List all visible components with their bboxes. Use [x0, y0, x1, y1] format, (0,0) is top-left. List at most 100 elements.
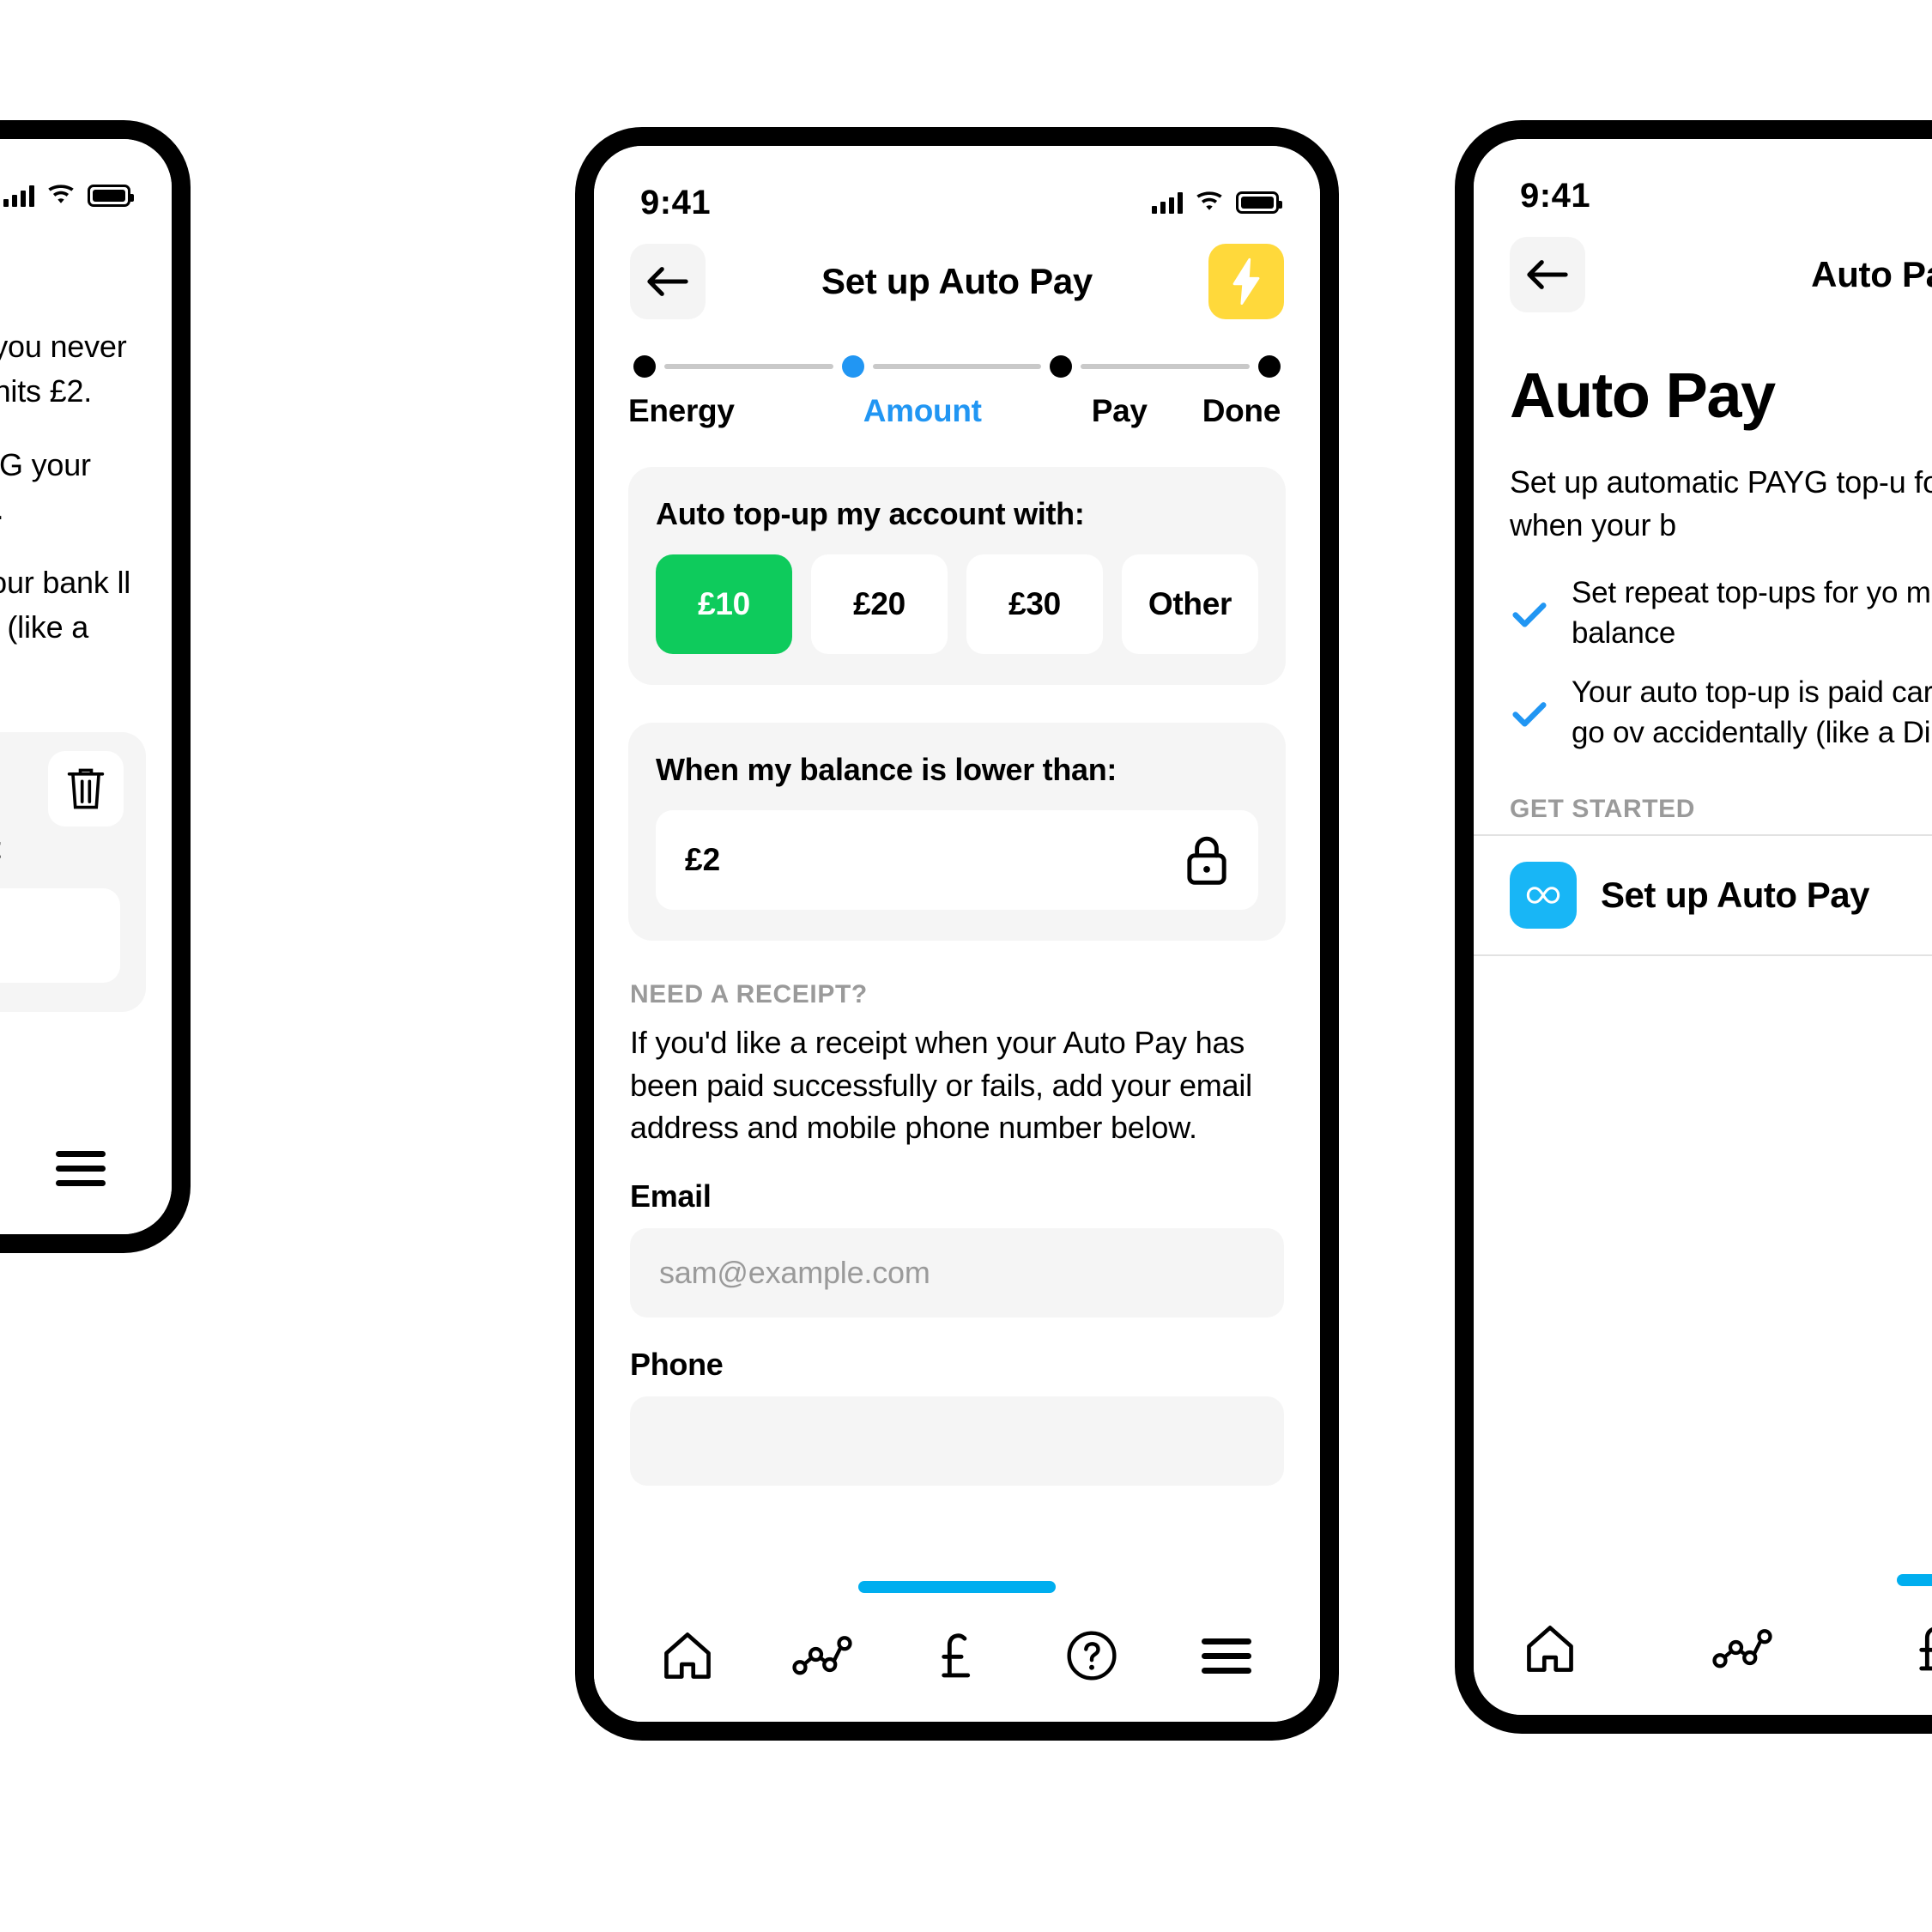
topup-amount-title: Auto top-up my account with: — [656, 496, 1085, 531]
benefit-item: Your auto top-up is paid card, so you'll… — [1510, 673, 1932, 754]
amount-option-10[interactable]: £10 — [656, 554, 792, 654]
left-body: c PAYG top-ups so you never when your ba… — [0, 285, 172, 694]
tab-payments[interactable] — [925, 1624, 989, 1687]
lock-icon — [1187, 836, 1226, 885]
stepper-track — [633, 355, 1281, 378]
tab-payments[interactable] — [1903, 1617, 1932, 1681]
wifi-icon — [48, 185, 74, 203]
home-indicator — [858, 1581, 1056, 1593]
middle-tabbar — [594, 1602, 1320, 1722]
left-status-icons — [3, 185, 134, 207]
credit-limit-label: Credit limit — [0, 830, 120, 866]
tab-usage[interactable] — [1711, 1617, 1774, 1681]
back-arrow-icon — [1527, 260, 1568, 289]
middle-navbar: Set up Auto Pay — [594, 225, 1320, 319]
benefit-text: Your auto top-up is paid card, so you'll… — [1572, 675, 1932, 750]
battery-icon — [88, 185, 134, 207]
left-paragraph-2: op-ups for your PAYG your balance reache… — [0, 446, 91, 527]
right-screen: 9:41 Auto Pay — [1474, 139, 1932, 1715]
step-dot-energy[interactable] — [633, 355, 656, 378]
screenshot-canvas: Auto Pay c PAYG top-ups so you never whe… — [0, 0, 1932, 1932]
phone-right: 9:41 Auto Pay — [1455, 120, 1932, 1734]
lightning-bolt-icon — [1232, 257, 1260, 306]
delete-button[interactable] — [48, 750, 124, 827]
check-icon — [1512, 603, 1547, 627]
page-title: Set up Auto Pay — [821, 261, 1093, 301]
back-button[interactable] — [1510, 237, 1585, 312]
receipt-body: If you'd like a receipt when your Auto P… — [630, 1025, 1252, 1146]
right-navbar: Auto Pay — [1474, 218, 1932, 312]
list-item-label: Set up Auto Pay — [1601, 874, 1869, 915]
right-tabbar — [1474, 1595, 1932, 1715]
benefit-item: Set repeat top-ups for yo meter when you… — [1510, 573, 1932, 654]
tab-usage[interactable] — [790, 1624, 854, 1687]
tab-menu[interactable] — [49, 1136, 112, 1200]
step-dot-amount[interactable] — [841, 355, 864, 378]
step-label-amount: Amount — [863, 393, 982, 428]
page-title: Auto Pay — [1811, 254, 1932, 294]
topup-amount-card: Auto top-up my account with: £10 £20 £30… — [628, 467, 1286, 685]
amount-option-other[interactable]: Other — [1122, 554, 1258, 654]
step-label-pay: Pay — [1091, 393, 1148, 428]
left-nav-title: Auto Pay — [0, 218, 172, 285]
left-tabbar — [0, 1114, 172, 1234]
back-arrow-icon — [647, 267, 688, 296]
back-button[interactable] — [630, 244, 706, 319]
middle-status-bar: 9:41 — [594, 146, 1320, 225]
left-status-bar — [0, 139, 172, 218]
balance-threshold-title: When my balance is lower than: — [656, 752, 1117, 787]
tab-home[interactable] — [1518, 1617, 1582, 1681]
left-paragraph-3: op-up is paid with your bank ll never go… — [0, 565, 131, 645]
quick-action-button[interactable] — [1208, 244, 1284, 319]
wifi-icon — [1196, 191, 1222, 210]
step-line-1 — [664, 364, 833, 369]
left-home-indicator-row — [0, 1093, 172, 1114]
battery-icon — [1236, 191, 1282, 214]
list-item-set-up-auto-pay[interactable]: Set up Auto Pay — [1474, 836, 1932, 954]
credit-limit-fields: £2.00 — [0, 887, 120, 983]
help-question-icon — [1067, 1631, 1117, 1681]
tab-menu[interactable] — [1195, 1624, 1258, 1687]
step-label-energy: Energy — [628, 393, 735, 428]
left-tabbar-wrap — [0, 1093, 172, 1234]
phone-input[interactable] — [630, 1396, 1284, 1487]
menu-hamburger-icon — [56, 1142, 106, 1195]
benefit-text: Set repeat top-ups for yo meter when you… — [1572, 576, 1932, 651]
amount-option-30[interactable]: £30 — [966, 554, 1103, 654]
menu-hamburger-icon — [1202, 1630, 1252, 1682]
pound-payments-icon — [942, 1633, 971, 1678]
tab-help[interactable] — [1060, 1624, 1123, 1687]
receipt-overline: NEED A RECEIPT? — [630, 980, 868, 1008]
auto-pay-heading: Auto Pay — [1510, 360, 1776, 431]
pound-payments-icon — [1919, 1627, 1932, 1671]
left-screen: Auto Pay c PAYG top-ups so you never whe… — [0, 139, 172, 1234]
credit-limit-value[interactable]: £2.00 — [0, 887, 120, 983]
middle-home-indicator-row — [594, 1581, 1320, 1602]
tab-home[interactable] — [656, 1624, 719, 1687]
step-label-done: Done — [1202, 393, 1281, 428]
right-home-indicator-row — [1474, 1574, 1932, 1595]
left-credit-card: Credit limit £2.00 — [0, 731, 146, 1012]
infinity-glyph — [1526, 887, 1560, 904]
phone-left: Auto Pay c PAYG top-ups so you never whe… — [0, 120, 191, 1253]
email-label: Email — [630, 1178, 712, 1214]
amount-option-20[interactable]: £20 — [811, 554, 948, 654]
balance-threshold-value: £2 — [685, 842, 721, 877]
middle-tabbar-wrap — [594, 1581, 1320, 1722]
get-started-overline: GET STARTED — [1510, 794, 1696, 823]
topup-amount-options: £10 £20 £30 Other — [656, 554, 1258, 654]
balance-threshold-field[interactable]: £2 — [656, 810, 1258, 910]
right-status-bar: 9:41 — [1474, 139, 1932, 218]
cellular-signal-icon — [3, 185, 34, 207]
middle-status-icons — [1152, 191, 1282, 214]
email-input[interactable] — [630, 1228, 1284, 1318]
usage-graph-icon — [792, 1636, 852, 1675]
home-icon — [1527, 1626, 1573, 1672]
middle-screen: 9:41 Set up Auto Pay Energy Amount Pay D… — [594, 146, 1320, 1722]
benefit-list: Set repeat top-ups for yo meter when you… — [1474, 546, 1932, 754]
left-paragraph-1: c PAYG top-ups so you never when your ba… — [0, 329, 127, 409]
step-dot-pay[interactable] — [1050, 355, 1073, 378]
check-icon — [1512, 702, 1547, 727]
step-dot-done[interactable] — [1258, 355, 1281, 378]
list-divider-bottom — [1474, 954, 1932, 956]
